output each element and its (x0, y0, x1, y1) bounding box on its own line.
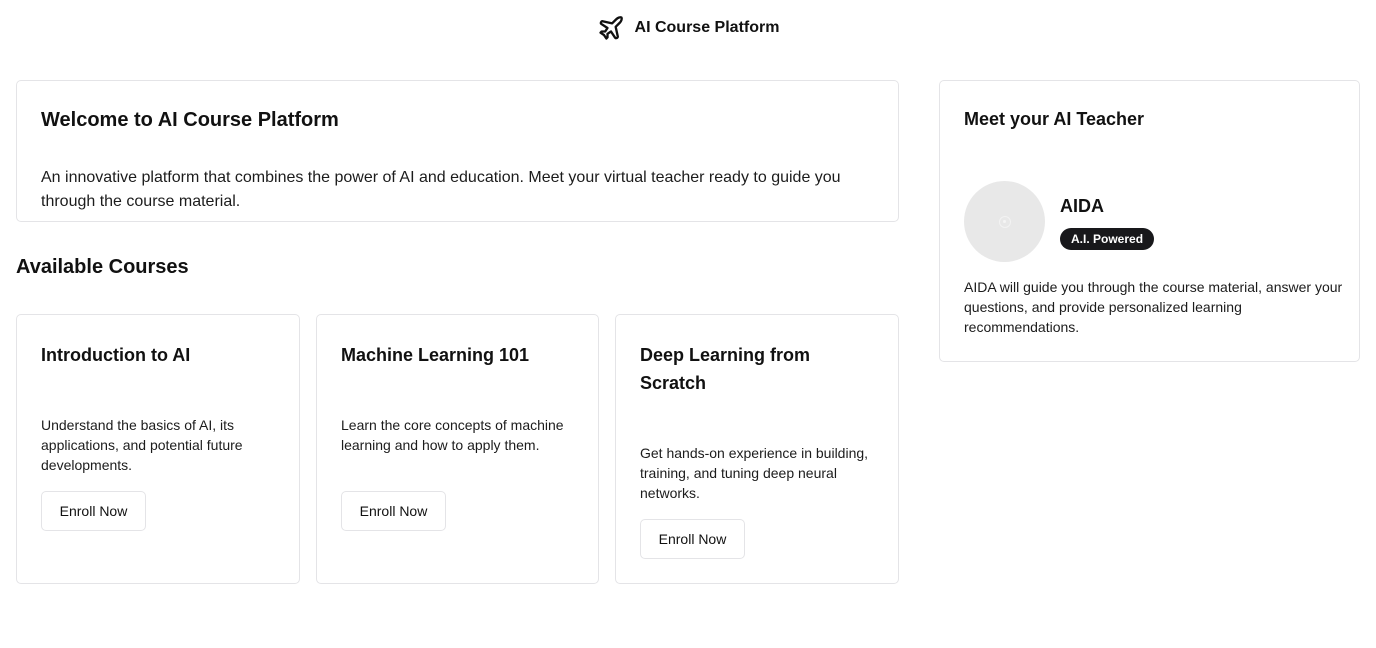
course-title: Deep Learning from Scratch (640, 345, 811, 393)
ai-powered-badge: A.I. Powered (1060, 228, 1155, 250)
enroll-button[interactable]: Enroll Now (640, 519, 745, 559)
course-description: Learn the core concepts of machine learn… (341, 417, 564, 453)
course-title: Machine Learning 101 (341, 345, 530, 365)
brand-name[interactable]: AI Course Platform (635, 19, 780, 37)
enroll-button[interactable]: Enroll Now (41, 491, 146, 531)
welcome-description: An innovative platform that combines the… (41, 169, 841, 210)
plane-icon (597, 14, 625, 42)
course-title: Introduction to AI (41, 345, 191, 365)
welcome-card: Welcome to AI Course Platform An innovat… (16, 80, 899, 222)
site-header: AI Course Platform (0, 0, 1376, 56)
teacher-description: AIDA will guide you through the course m… (964, 279, 1343, 335)
course-description: Understand the basics of AI, its applica… (41, 417, 243, 473)
enroll-button[interactable]: Enroll Now (341, 491, 446, 531)
page: AI Course Platform Welcome to AI Course … (0, 0, 1376, 648)
teacher-card: Meet your AI Teacher AIDA A.I. Powered A… (939, 80, 1360, 362)
avatar (964, 181, 1045, 262)
avatar-placeholder-icon (998, 215, 1011, 228)
course-card: Deep Learning from Scratch Get hands-on … (615, 314, 899, 584)
teacher-name: AIDA (1060, 196, 1104, 216)
available-courses-heading: Available Courses (16, 256, 189, 278)
course-description: Get hands-on experience in building, tra… (640, 445, 869, 501)
course-card: Machine Learning 101 Learn the core conc… (316, 314, 599, 584)
welcome-title: Welcome to AI Course Platform (41, 109, 339, 131)
course-card: Introduction to AI Understand the basics… (16, 314, 300, 584)
teacher-title: Meet your AI Teacher (964, 109, 1145, 129)
